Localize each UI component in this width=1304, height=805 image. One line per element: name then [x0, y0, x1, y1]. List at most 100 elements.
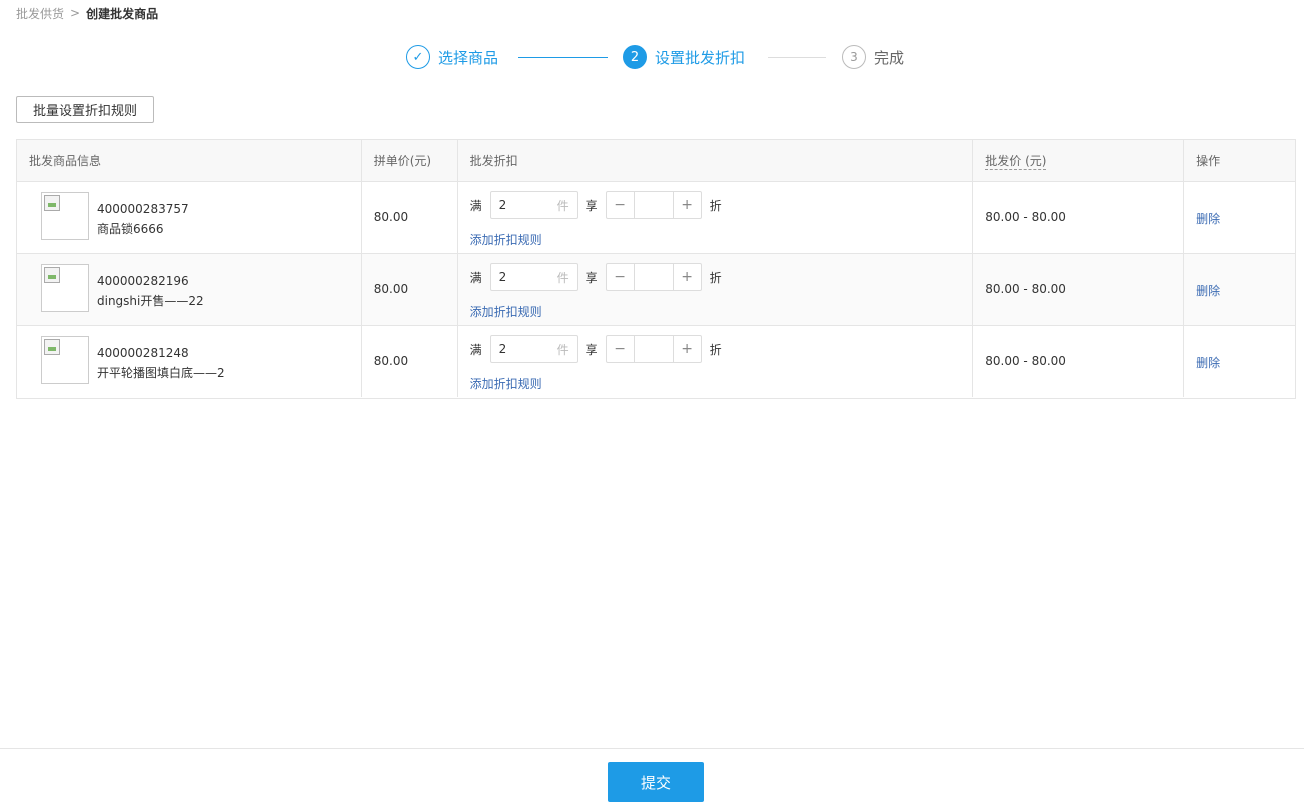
- group-price: 80.00: [373, 354, 409, 368]
- discount-stepper: − +: [605, 263, 702, 291]
- discount-input[interactable]: [635, 336, 673, 362]
- goods-thumbnail: [41, 336, 89, 384]
- breadcrumb-current: 创建批发商品: [86, 6, 159, 21]
- discount-rule: 满 2 件 享 − + 折: [470, 191, 722, 219]
- plus-icon[interactable]: +: [672, 264, 701, 290]
- quantity-value: 2: [498, 342, 507, 356]
- plus-icon[interactable]: +: [672, 336, 701, 362]
- group-price: 80.00: [373, 210, 409, 224]
- group-price: 80.00: [373, 282, 409, 296]
- step-select-goods: ✓ 选择商品: [406, 45, 498, 69]
- rule-label-man: 满: [469, 270, 482, 285]
- rule-label-zhe: 折: [709, 342, 722, 357]
- check-icon: ✓: [406, 45, 430, 69]
- step-complete: 3 完成: [842, 45, 904, 69]
- discount-rule: 满 2 件 享 − + 折: [470, 263, 722, 291]
- discount-cell: 满 2 件 享 − + 折 添加折扣规则: [458, 254, 974, 325]
- header-group-price: 拼单价(元): [362, 140, 458, 181]
- discount-stepper: − +: [605, 191, 702, 219]
- goods-thumbnail: [41, 264, 89, 312]
- delete-link[interactable]: 删除: [1196, 354, 1220, 371]
- goods-info-cell: 400000283757 商品锁6666: [17, 182, 362, 253]
- minus-icon[interactable]: −: [607, 264, 635, 290]
- broken-image-icon: [44, 195, 60, 211]
- goods-id: 400000281248: [97, 346, 189, 360]
- goods-id: 400000282196: [97, 274, 189, 288]
- goods-thumbnail: [41, 192, 89, 240]
- quantity-unit: 件: [556, 198, 569, 213]
- broken-image-icon: [44, 339, 60, 355]
- quantity-value: 2: [498, 270, 507, 284]
- quantity-input[interactable]: 2 件: [489, 263, 578, 291]
- goods-name: 商品锁6666: [97, 222, 164, 236]
- operation-cell: 删除: [1184, 254, 1295, 325]
- discount-input[interactable]: [635, 264, 673, 290]
- rule-label-xiang: 享: [585, 342, 598, 357]
- breadcrumb-parent-link[interactable]: 批发供货: [16, 5, 64, 22]
- header-wholesale-price: 批发价 (元): [973, 140, 1185, 181]
- header-operation: 操作: [1196, 154, 1221, 168]
- step-number: 2: [623, 45, 647, 69]
- breadcrumb: 批发供货 > 创建批发商品: [16, 5, 158, 21]
- minus-icon[interactable]: −: [607, 192, 635, 218]
- rule-label-man: 满: [469, 198, 482, 213]
- step-label: 设置批发折扣: [655, 48, 746, 67]
- step-set-discount: 2 设置批发折扣: [623, 45, 745, 69]
- rule-label-zhe: 折: [709, 270, 722, 285]
- add-discount-rule-link[interactable]: 添加折扣规则: [470, 231, 542, 248]
- wholesale-price: 80.00 - 80.00: [985, 282, 1066, 296]
- goods-info-cell: 400000281248 开平轮播图填白底——2: [17, 326, 362, 397]
- quantity-value: 2: [498, 198, 507, 212]
- step-connector-todo: [768, 57, 826, 58]
- submit-button[interactable]: 提交: [608, 762, 704, 802]
- wholesale-price: 80.00 - 80.00: [985, 354, 1066, 368]
- discount-input[interactable]: [635, 192, 673, 218]
- discount-cell: 满 2 件 享 − + 折 添加折扣规则: [458, 326, 974, 397]
- quantity-input[interactable]: 2 件: [489, 191, 578, 219]
- table-header: 批发商品信息 拼单价(元) 批发折扣 批发价 (元) 操作: [17, 140, 1295, 182]
- rule-label-man: 满: [469, 342, 482, 357]
- goods-info-cell: 400000282196 dingshi开售——22: [17, 254, 362, 325]
- operation-cell: 删除: [1184, 326, 1295, 397]
- table-row: 400000281248 开平轮播图填白底——2 80.00 满 2 件 享 −…: [17, 326, 1295, 398]
- header-discount: 批发折扣: [458, 140, 974, 181]
- rule-label-xiang: 享: [585, 198, 598, 213]
- wholesale-price: 80.00 - 80.00: [985, 210, 1066, 224]
- progress-steps: ✓ 选择商品 2 设置批发折扣 3 完成: [0, 45, 1304, 69]
- quantity-input[interactable]: 2 件: [489, 335, 578, 363]
- operation-cell: 删除: [1184, 182, 1295, 253]
- discount-stepper: − +: [605, 335, 702, 363]
- step-connector-done: [518, 57, 608, 58]
- table-row: 400000282196 dingshi开售——22 80.00 满 2 件 享…: [17, 254, 1295, 326]
- quantity-unit: 件: [556, 342, 569, 357]
- step-number: 3: [842, 45, 866, 69]
- step-label: 完成: [874, 48, 905, 67]
- quantity-unit: 件: [556, 270, 569, 285]
- group-price-cell: 80.00: [362, 254, 458, 325]
- plus-icon[interactable]: +: [672, 192, 701, 218]
- rule-label-xiang: 享: [585, 270, 598, 285]
- broken-image-icon: [44, 267, 60, 283]
- discount-rule: 满 2 件 享 − + 折: [470, 335, 722, 363]
- wholesale-price-cell: 80.00 - 80.00: [973, 326, 1185, 397]
- minus-icon[interactable]: −: [607, 336, 635, 362]
- goods-id: 400000283757: [97, 202, 189, 216]
- discount-cell: 满 2 件 享 − + 折 添加折扣规则: [458, 182, 974, 253]
- group-price-cell: 80.00: [362, 182, 458, 253]
- add-discount-rule-link[interactable]: 添加折扣规则: [470, 375, 542, 392]
- table-row: 400000283757 商品锁6666 80.00 满 2 件 享 − + 折: [17, 182, 1295, 254]
- rule-label-zhe: 折: [709, 198, 722, 213]
- delete-link[interactable]: 删除: [1196, 210, 1220, 227]
- add-discount-rule-link[interactable]: 添加折扣规则: [470, 303, 542, 320]
- header-wholesale-label[interactable]: 批发价 (元): [985, 152, 1047, 170]
- delete-link[interactable]: 删除: [1196, 282, 1220, 299]
- goods-name: 开平轮播图填白底——2: [97, 366, 225, 380]
- header-goods-info: 批发商品信息: [17, 140, 362, 181]
- footer-bar: 提交: [0, 748, 1304, 805]
- batch-set-discount-button[interactable]: 批量设置折扣规则: [16, 96, 154, 123]
- goods-table: 批发商品信息 拼单价(元) 批发折扣 批发价 (元) 操作 4000002837…: [16, 139, 1296, 399]
- wholesale-price-cell: 80.00 - 80.00: [973, 254, 1185, 325]
- wholesale-price-cell: 80.00 - 80.00: [973, 182, 1185, 253]
- chevron-right-icon: >: [70, 6, 81, 20]
- group-price-cell: 80.00: [362, 326, 458, 397]
